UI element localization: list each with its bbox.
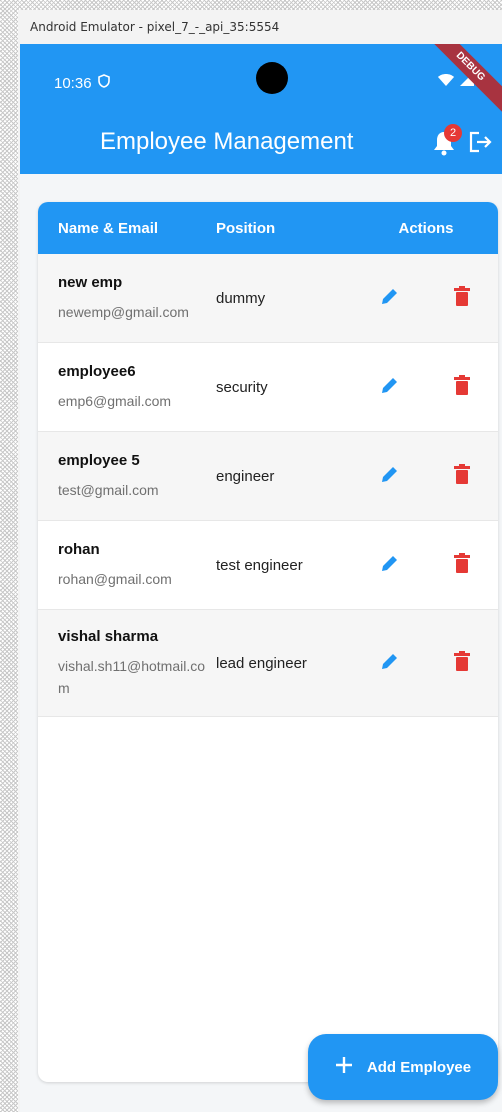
employee-position: engineer bbox=[216, 467, 275, 485]
status-time-text: 10:36 bbox=[54, 74, 92, 92]
add-employee-label: Add Employee bbox=[366, 1058, 472, 1076]
shield-icon bbox=[97, 74, 110, 92]
logout-icon bbox=[468, 131, 494, 158]
notifications-button[interactable]: 2 bbox=[432, 124, 462, 156]
table-row: employee 5 test@gmail.com engineer bbox=[38, 432, 498, 521]
pencil-icon bbox=[380, 651, 400, 676]
employee-position: security bbox=[216, 378, 268, 396]
edit-button[interactable] bbox=[376, 551, 404, 579]
page-title: Employee Management bbox=[100, 128, 354, 155]
bell-icon bbox=[432, 132, 456, 160]
trash-icon bbox=[454, 463, 470, 489]
window-titlebar: Android Emulator - pixel_7_-_api_35:5554 bbox=[18, 10, 502, 44]
pencil-icon bbox=[380, 464, 400, 489]
employee-table-card: Name & Email Position Actions new emp ne… bbox=[38, 202, 498, 1082]
employee-position: test engineer bbox=[216, 556, 303, 574]
add-employee-button[interactable]: Add Employee bbox=[308, 1034, 498, 1100]
camera-cutout bbox=[256, 62, 288, 94]
employee-name: employee 5 bbox=[58, 451, 140, 469]
pencil-icon bbox=[380, 286, 400, 311]
edit-button[interactable] bbox=[376, 373, 404, 401]
employee-email: newemp@gmail.com bbox=[58, 303, 189, 320]
table-header: Name & Email Position Actions bbox=[38, 202, 498, 254]
pencil-icon bbox=[380, 375, 400, 400]
header-position: Position bbox=[216, 219, 276, 237]
employee-email: test@gmail.com bbox=[58, 481, 159, 498]
header-name-email: Name & Email bbox=[58, 219, 159, 237]
plus-icon bbox=[335, 1056, 353, 1078]
delete-button[interactable] bbox=[448, 373, 476, 401]
trash-icon bbox=[454, 552, 470, 578]
phone-screen: 10:36 DEBUG Employee Management 2 Name &… bbox=[20, 44, 502, 1112]
edit-button[interactable] bbox=[376, 284, 404, 312]
delete-button[interactable] bbox=[448, 284, 476, 312]
table-row: vishal sharma vishal.sh11@hotmail.com le… bbox=[38, 610, 498, 717]
table-row: rohan rohan@gmail.com test engineer bbox=[38, 521, 498, 610]
delete-button[interactable] bbox=[448, 649, 476, 677]
employee-position: lead engineer bbox=[216, 654, 307, 672]
logout-button[interactable] bbox=[468, 130, 496, 156]
header-actions: Actions bbox=[398, 219, 454, 237]
pencil-icon bbox=[380, 553, 400, 578]
employee-name: new emp bbox=[58, 273, 123, 291]
status-time: 10:36 bbox=[54, 74, 110, 92]
delete-button[interactable] bbox=[448, 551, 476, 579]
employee-email: emp6@gmail.com bbox=[58, 392, 172, 409]
employee-email: rohan@gmail.com bbox=[58, 570, 172, 587]
emulator-window: Android Emulator - pixel_7_-_api_35:5554… bbox=[18, 10, 502, 1112]
table-row: employee6 emp6@gmail.com security bbox=[38, 343, 498, 432]
edit-button[interactable] bbox=[376, 649, 404, 677]
trash-icon bbox=[454, 374, 470, 400]
wifi-icon bbox=[438, 73, 454, 91]
employee-name: rohan bbox=[58, 540, 100, 558]
trash-icon bbox=[454, 650, 470, 676]
delete-button[interactable] bbox=[448, 462, 476, 490]
trash-icon bbox=[454, 285, 470, 311]
edit-button[interactable] bbox=[376, 462, 404, 490]
employee-position: dummy bbox=[216, 289, 266, 307]
app-bar: 10:36 DEBUG Employee Management 2 bbox=[20, 44, 502, 174]
employee-name: vishal sharma bbox=[58, 627, 159, 645]
table-row: new emp newemp@gmail.com dummy bbox=[38, 254, 498, 343]
employee-name: employee6 bbox=[58, 362, 136, 380]
notification-badge: 2 bbox=[444, 124, 462, 142]
employee-email: vishal.sh11@hotmail.com bbox=[58, 657, 206, 696]
